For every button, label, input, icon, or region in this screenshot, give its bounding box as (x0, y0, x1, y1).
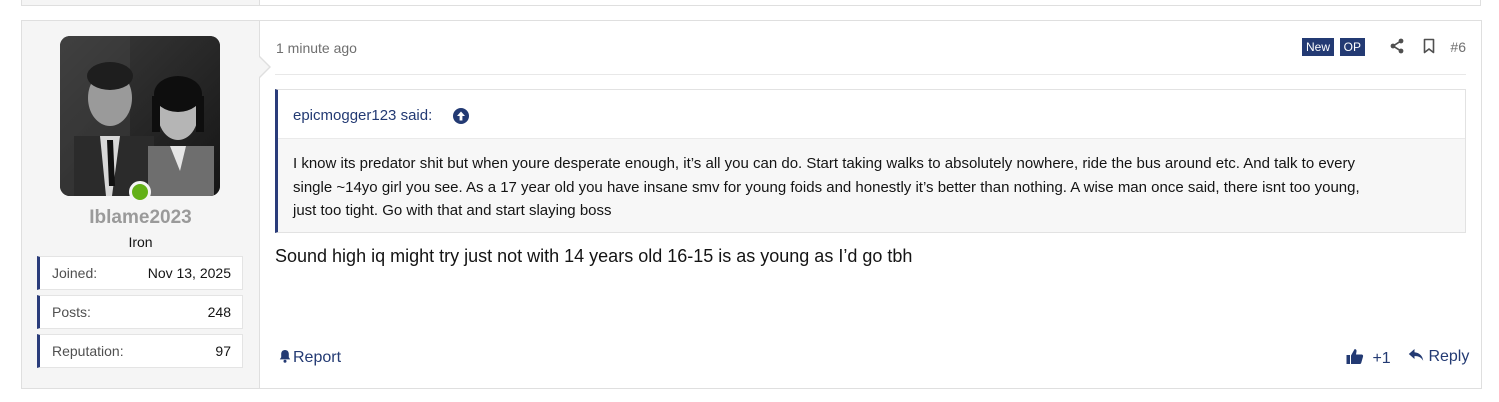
stat-value: Nov 13, 2025 (147, 265, 231, 281)
post-message: Sound high iq might try just not with 14… (275, 246, 913, 266)
stat-joined: Joined: Nov 13, 2025 (37, 256, 243, 290)
reply-button[interactable]: Reply (1408, 348, 1469, 368)
report-label: Report (293, 349, 342, 366)
quote-line: just too tight. Go with that and start s… (293, 202, 612, 219)
new-badge: New (1301, 38, 1334, 56)
stat-label: Joined: (52, 265, 98, 281)
quote-block: epicmogger123 said: I know its predator … (275, 89, 1466, 233)
previous-post-edge (21, 0, 1481, 6)
quote-jump-icon[interactable] (453, 108, 469, 124)
quote-header: epicmogger123 said: (278, 90, 1465, 139)
op-badge: OP (1339, 38, 1365, 56)
post-main: 1 minute ago New OP #6 epicmogger123 sai… (260, 21, 1481, 388)
share-icon[interactable] (1389, 38, 1405, 54)
quote-body: I know its predator shit but when youre … (293, 152, 1451, 223)
online-status-dot (129, 181, 151, 203)
bell-icon (278, 349, 292, 363)
bookmark-icon[interactable] (1421, 38, 1437, 54)
quote-line: single ~14yo girl you see. As a 17 year … (293, 178, 1360, 196)
post-header: 1 minute ago New OP #6 (275, 21, 1466, 75)
stat-value: 97 (215, 343, 231, 359)
stat-reputation: Reputation: 97 (37, 334, 243, 368)
report-link[interactable]: Report (278, 349, 341, 367)
reply-arrow-icon (1408, 348, 1424, 368)
stat-posts: Posts: 248 (37, 295, 243, 329)
avatar-photo (60, 36, 220, 196)
stat-label: Posts: (52, 304, 91, 320)
reply-label: Reply (1428, 348, 1470, 365)
reaction-count: +1 (1372, 350, 1391, 367)
user-title: Iron (128, 234, 153, 250)
user-cell: Iblame2023 Iron Joined: Nov 13, 2025 Pos… (22, 21, 260, 388)
thumbs-up-icon (1346, 348, 1364, 370)
previous-post-user-cell (22, 0, 260, 5)
stat-value: 248 (207, 304, 231, 320)
forum-post: Iblame2023 Iron Joined: Nov 13, 2025 Pos… (21, 20, 1482, 389)
avatar[interactable] (60, 36, 220, 196)
post-number[interactable]: #6 (1450, 39, 1466, 55)
like-button[interactable]: +1 (1346, 348, 1391, 370)
quote-line: I know its predator shit but when youre … (293, 155, 1356, 172)
stat-label: Reputation: (52, 343, 124, 359)
quote-author[interactable]: epicmogger123 said: (293, 107, 432, 124)
post-time[interactable]: 1 minute ago (276, 40, 357, 56)
username[interactable]: Iblame2023 (22, 207, 259, 229)
